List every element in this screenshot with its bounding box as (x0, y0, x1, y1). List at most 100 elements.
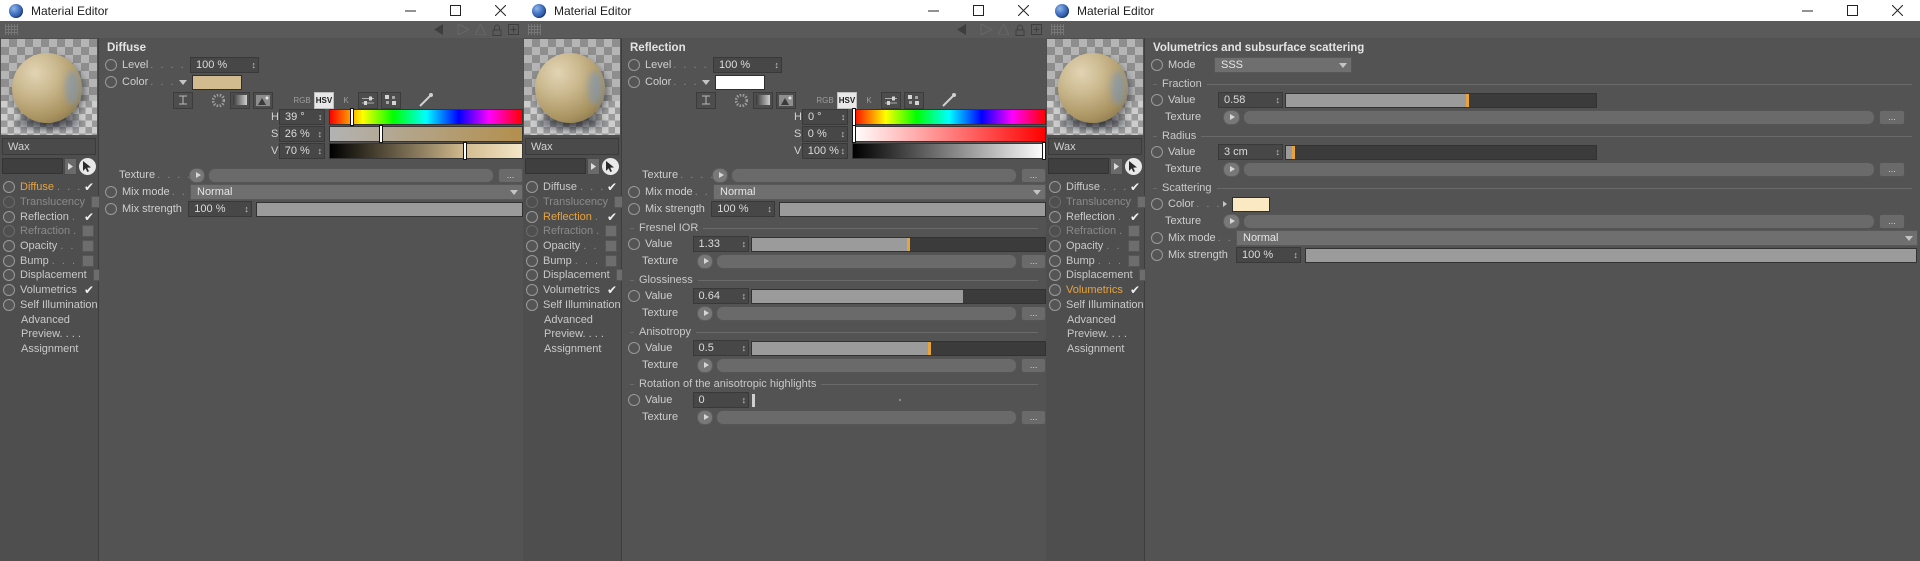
fraction-texture-play-button[interactable] (1223, 109, 1240, 125)
drag-grip-icon[interactable] (1051, 24, 1064, 35)
scattering-mix-mode-radio-icon[interactable] (1151, 232, 1163, 244)
channel-radio-icon[interactable] (526, 284, 538, 297)
value-ramp[interactable] (329, 143, 523, 159)
hue-ramp[interactable] (852, 109, 1046, 125)
scattering-color-radio-icon[interactable] (1151, 198, 1163, 210)
image-picker-icon[interactable] (253, 91, 273, 109)
channel-radio-icon[interactable] (526, 269, 538, 282)
scattering-mix-strength-slider[interactable] (1305, 247, 1917, 263)
texture-browse-button[interactable]: ... (497, 167, 523, 183)
channel-check-icon[interactable]: ✔ (606, 181, 618, 193)
channel-radio-icon[interactable] (1049, 254, 1061, 267)
sidebar-item-assignment[interactable]: Assignment (0, 342, 98, 357)
lock-icon[interactable] (492, 24, 502, 36)
fraction-spinner-icon[interactable]: ↕ (1276, 96, 1281, 105)
fraction-texture-field[interactable] (1243, 109, 1875, 125)
material-preview[interactable] (524, 39, 620, 135)
channel-check-icon[interactable]: ✔ (83, 181, 95, 193)
rotation-radio-icon[interactable] (628, 394, 640, 406)
channel-radio-icon[interactable] (1049, 196, 1061, 209)
channel-item-opacity[interactable]: Opacity . . . . . . . . (0, 239, 98, 254)
sidebar-item-advanced[interactable]: Advanced (0, 312, 98, 327)
fresnel-slider[interactable] (751, 236, 1046, 252)
value-spinner-icon[interactable]: ↕ (318, 147, 323, 156)
channel-checkbox[interactable] (1128, 240, 1140, 253)
hue-spinner-icon[interactable]: ↕ (841, 113, 846, 122)
channel-item-opacity[interactable]: Opacity . . . . . . . . (1046, 239, 1144, 254)
mix-mode-select[interactable]: Normal (190, 184, 523, 200)
material-name-field[interactable]: Wax (525, 138, 619, 155)
channel-radio-icon[interactable] (1049, 298, 1061, 311)
channel-checkbox[interactable] (82, 240, 94, 253)
channel-radio-icon[interactable] (3, 269, 15, 282)
mix-strength-slider[interactable] (778, 201, 1046, 217)
channel-radio-icon[interactable] (3, 240, 15, 253)
up-arrow-icon[interactable] (475, 24, 486, 35)
rotation-slider[interactable] (751, 392, 1046, 408)
channel-radio-icon[interactable] (1049, 225, 1061, 238)
rgb-mode-button[interactable]: RGB (293, 93, 311, 108)
rgb-mode-button[interactable]: RGB (816, 93, 834, 108)
glossiness-texture-play-button[interactable] (697, 305, 714, 321)
mix-strength-radio-icon[interactable] (105, 203, 117, 215)
hue-input[interactable]: 39 ° ↕ (278, 109, 326, 125)
channel-item-refraction[interactable]: Refraction . . . . . (1046, 224, 1144, 239)
minimize-button[interactable] (1785, 0, 1830, 21)
maximize-button[interactable] (433, 0, 478, 21)
channel-check-icon[interactable]: ✔ (83, 211, 95, 223)
expand-arrow-icon[interactable] (64, 157, 77, 175)
channel-checkbox[interactable] (82, 254, 94, 267)
radius-radio-icon[interactable] (1151, 146, 1163, 158)
mix-strength-slider[interactable] (255, 201, 523, 217)
glossiness-radio-icon[interactable] (628, 290, 640, 302)
image-picker-icon[interactable] (776, 91, 796, 109)
sidebar-item-preview[interactable]: Preview. . . . (1046, 327, 1144, 342)
color-wheel-icon[interactable] (209, 93, 227, 108)
level-radio-icon[interactable] (105, 59, 117, 71)
level-radio-icon[interactable] (628, 59, 640, 71)
swatch-grid-icon[interactable] (381, 91, 401, 109)
pick-cursor-icon[interactable] (602, 157, 619, 175)
channel-item-diffuse[interactable]: Diffuse . . . . . . . . ✔ (0, 180, 98, 195)
eyedrop-range-icon[interactable] (696, 91, 716, 109)
saturation-spinner-icon[interactable]: ↕ (841, 130, 846, 139)
fresnel-radio-icon[interactable] (628, 238, 640, 250)
anisotropy-texture-browse-button[interactable]: ... (1021, 357, 1046, 373)
material-name-field[interactable]: Wax (2, 138, 96, 155)
texture-play-button[interactable] (712, 167, 729, 183)
value-spinner-icon[interactable]: ↕ (841, 147, 846, 156)
channel-item-bump[interactable]: Bump . . . . . . . . (523, 253, 621, 268)
channel-item-volumetrics[interactable]: Volumetrics . . . . ✔ (0, 283, 98, 298)
saturation-input[interactable]: 0 % ↕ (801, 126, 849, 142)
close-button[interactable] (1001, 0, 1046, 21)
channel-item-diffuse[interactable]: Diffuse . . . . . . . . ✔ (1046, 180, 1144, 195)
hue-input[interactable]: 0 ° ↕ (801, 109, 849, 125)
expand-arrow-icon[interactable] (587, 157, 600, 175)
forward-arrow-icon[interactable] (979, 24, 992, 35)
minimize-button[interactable] (911, 0, 956, 21)
channel-radio-icon[interactable] (526, 298, 538, 311)
channel-radio-icon[interactable] (1049, 284, 1061, 297)
channel-item-displacement[interactable]: Displacement . . . (1046, 268, 1151, 283)
channel-checkbox[interactable] (605, 240, 617, 253)
sidebar-item-preview[interactable]: Preview. . . . (0, 327, 98, 342)
scattering-texture-field[interactable] (1243, 213, 1875, 229)
channel-item-diffuse[interactable]: Diffuse . . . . . . . . ✔ (523, 180, 621, 195)
slider-mode-icon[interactable] (881, 91, 901, 109)
fresnel-texture-play-button[interactable] (697, 253, 714, 269)
channel-item-volumetrics[interactable]: Volumetrics . . . . ✔ (523, 283, 621, 298)
rotation-value-input[interactable]: 0 ↕ (692, 392, 750, 408)
channel-checkbox[interactable] (1128, 225, 1140, 238)
channel-check-icon[interactable]: ✔ (606, 284, 618, 296)
rotation-texture-play-button[interactable] (697, 409, 714, 425)
fraction-value-input[interactable]: 0.58 ↕ (1218, 92, 1283, 108)
channel-item-translucency[interactable]: Translucency . . . (523, 195, 627, 210)
close-button[interactable] (1875, 0, 1920, 21)
kelvin-mode-button[interactable]: K (860, 93, 878, 108)
material-preview[interactable] (1047, 39, 1143, 135)
color-swatch[interactable] (715, 74, 765, 90)
back-arrow-icon[interactable] (434, 24, 450, 35)
forward-arrow-icon[interactable] (456, 24, 469, 35)
channel-checkbox[interactable] (1128, 254, 1140, 267)
channel-radio-icon[interactable] (3, 225, 15, 238)
